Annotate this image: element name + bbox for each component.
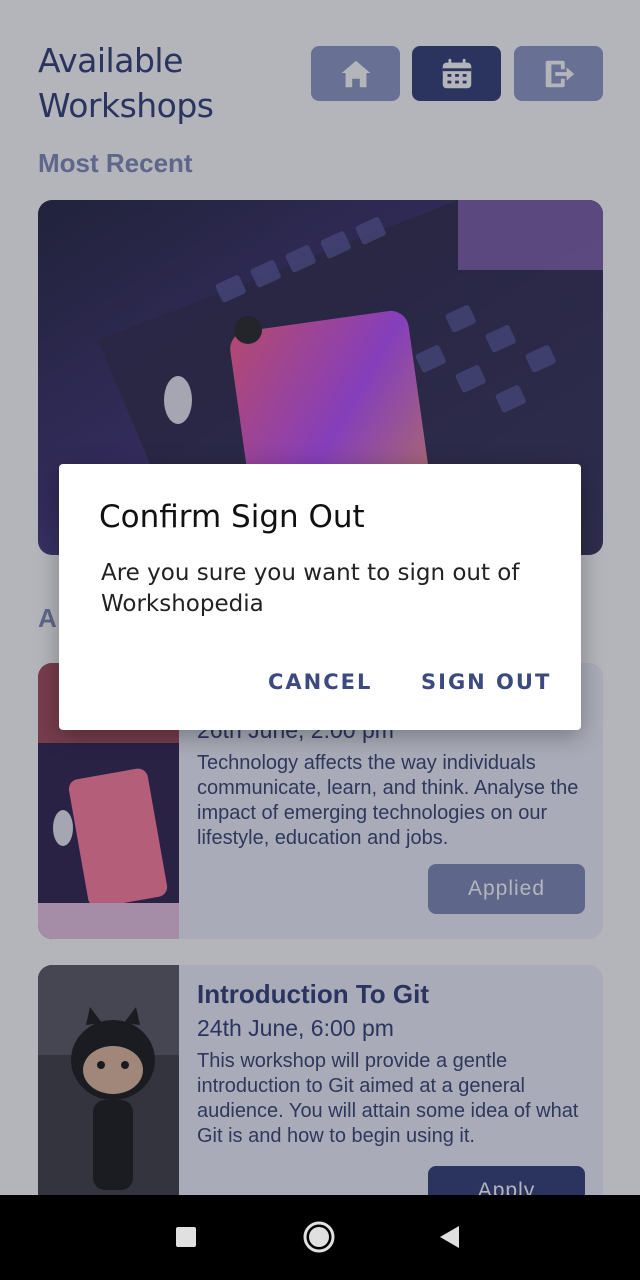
dialog-title: Confirm Sign Out bbox=[99, 499, 365, 535]
circle-icon bbox=[303, 1221, 335, 1253]
sign-out-dialog: Confirm Sign Out Are you sure you want t… bbox=[59, 464, 581, 730]
recent-apps-button[interactable] bbox=[162, 1213, 210, 1261]
home-system-button[interactable] bbox=[295, 1213, 343, 1261]
sign-out-button[interactable]: SIGN OUT bbox=[421, 670, 551, 694]
app-screen: Available Workshops Most Recent A 26th J… bbox=[0, 0, 640, 1195]
dialog-message: Are you sure you want to sign out of Wor… bbox=[101, 560, 520, 617]
system-navigation-bar bbox=[0, 1195, 640, 1280]
triangle-back-icon bbox=[440, 1226, 459, 1248]
back-button[interactable] bbox=[425, 1213, 473, 1261]
cancel-button[interactable]: CANCEL bbox=[268, 670, 372, 694]
square-icon bbox=[176, 1227, 196, 1247]
